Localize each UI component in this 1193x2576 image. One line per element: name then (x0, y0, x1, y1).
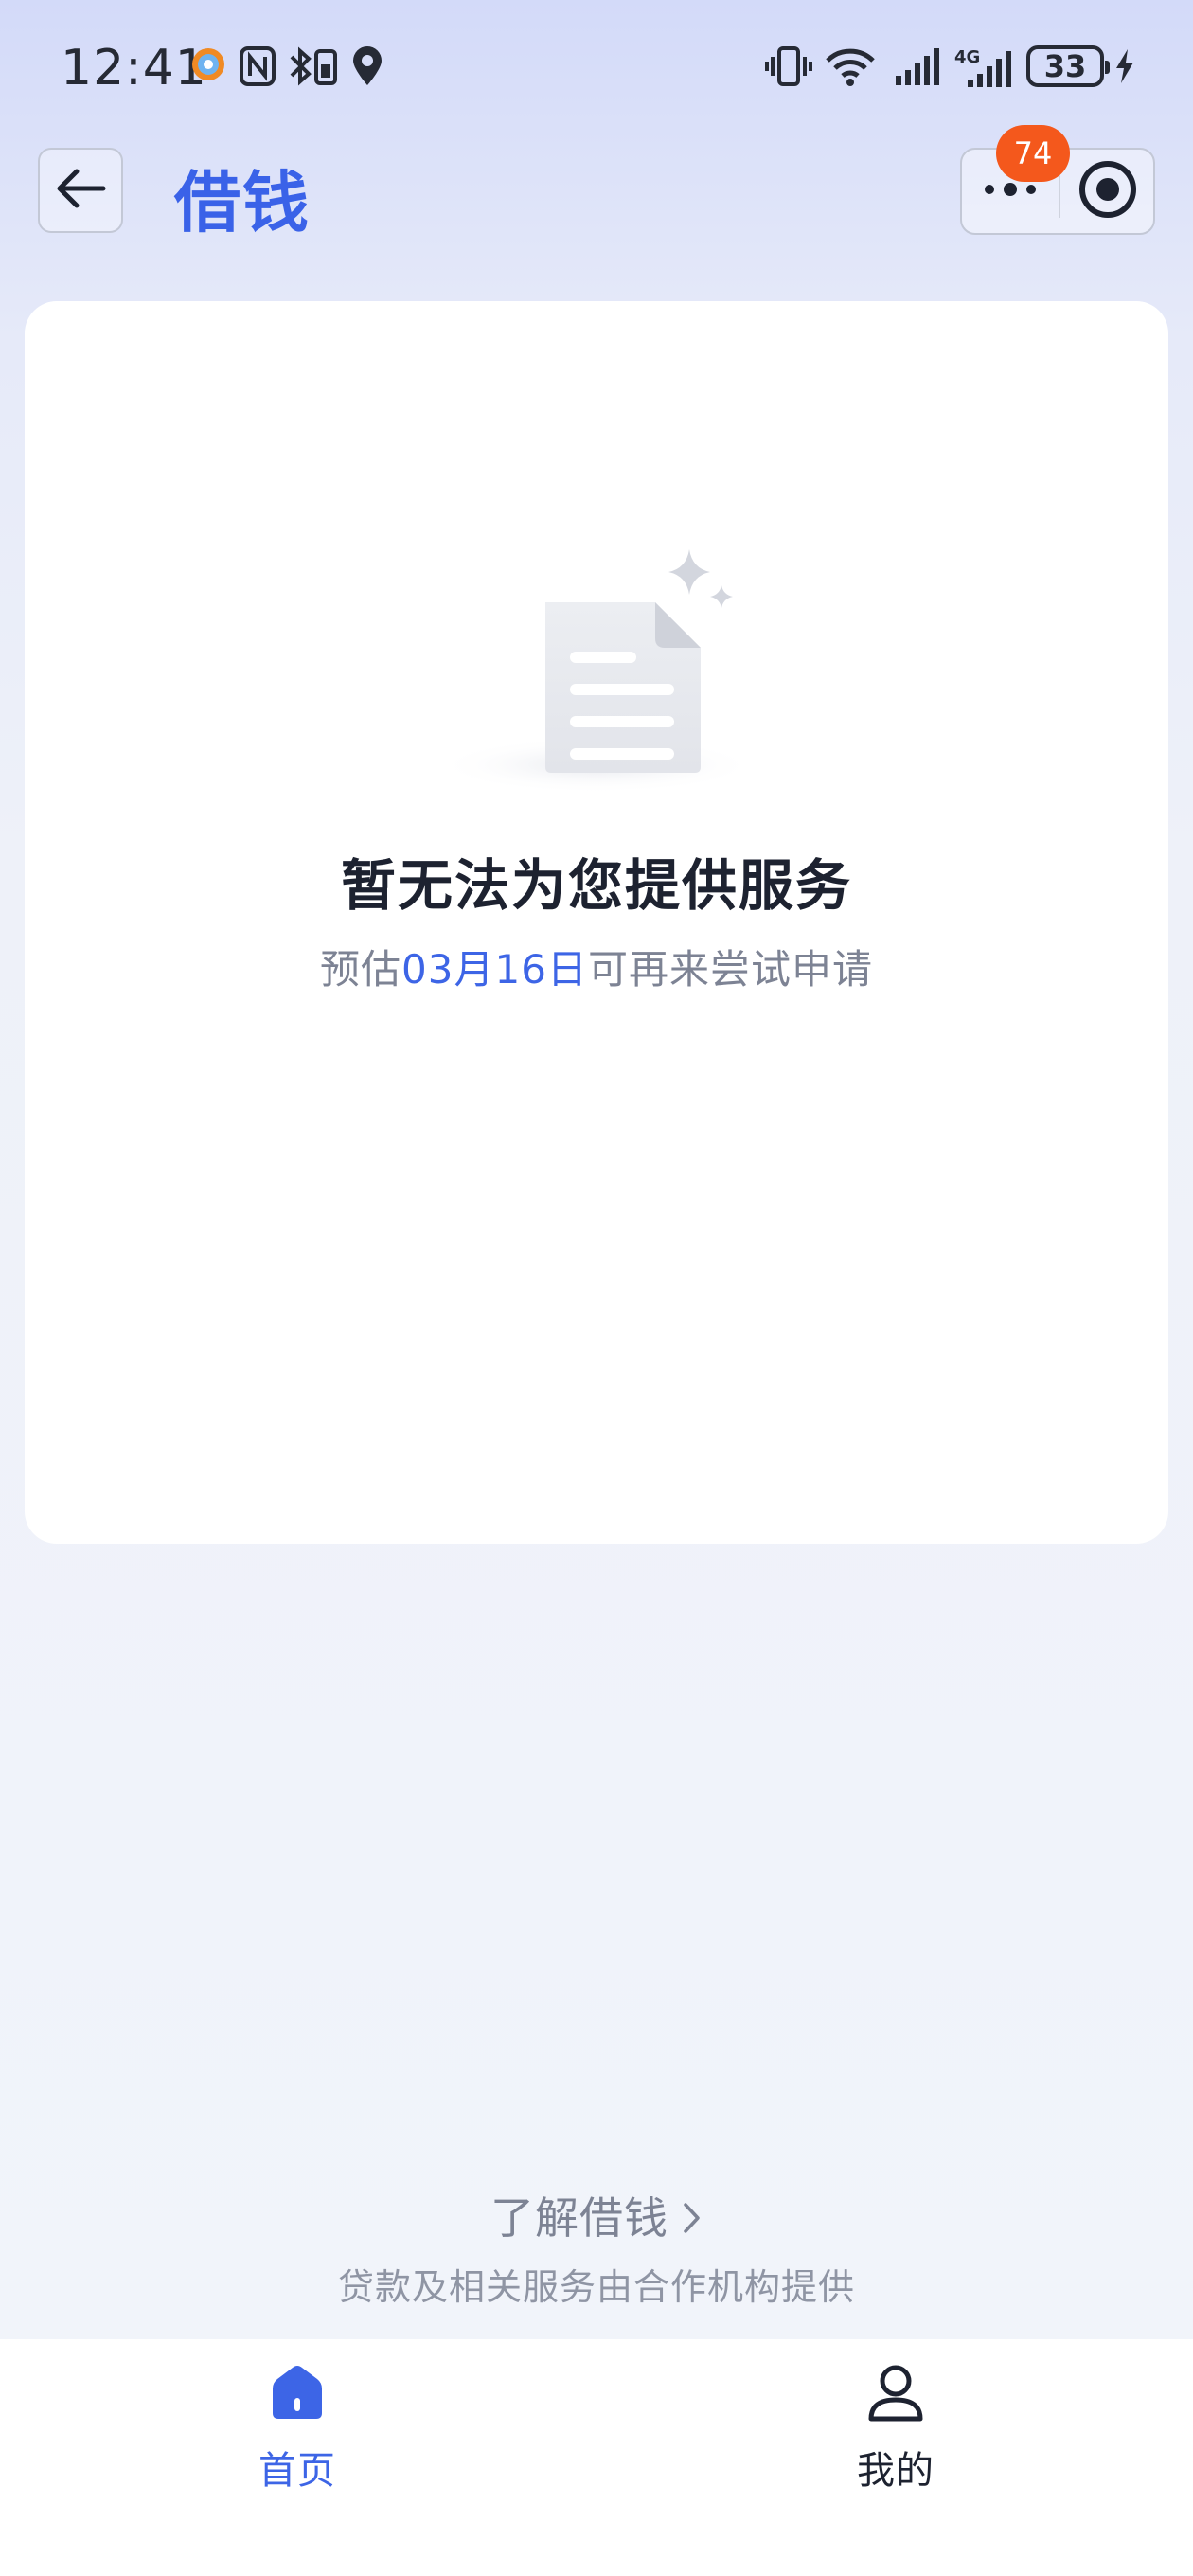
status-subtitle: 预估03月16日可再来尝试申请 (25, 938, 1168, 995)
battery-icon: 33 (1026, 45, 1110, 87)
location-icon (350, 45, 384, 91)
vibrate-icon (765, 45, 812, 91)
learn-more-link[interactable]: 了解借钱 (0, 2184, 1193, 2247)
user-icon (865, 2362, 926, 2426)
nfc-icon (239, 45, 276, 91)
tab-home-label: 首页 (258, 2449, 336, 2493)
notification-badge: 74 (996, 125, 1070, 182)
status-bar: 12:41 4G 33 (0, 0, 1193, 133)
close-mini-program-button[interactable] (1060, 150, 1155, 233)
target-circle-icon (1077, 159, 1138, 224)
bluetooth-icon (288, 45, 341, 91)
page-title: 借钱 (174, 164, 311, 242)
status-title: 暂无法为您提供服务 (340, 853, 852, 918)
retry-date: 03月16日 (401, 946, 588, 993)
tab-home[interactable]: 首页 (174, 2362, 420, 2523)
provider-note: 贷款及相关服务由合作机构提供 (337, 2266, 855, 2308)
tab-mine-label: 我的 (857, 2449, 935, 2493)
svg-text:4G: 4G (954, 47, 980, 67)
more-dots-icon (982, 180, 1039, 203)
chevron-right-icon (682, 2196, 703, 2247)
status-time: 12:41 (61, 40, 207, 97)
signal-icon (894, 45, 943, 91)
app-notification-icon (189, 45, 227, 87)
home-icon (267, 2362, 328, 2426)
signal-4g-icon: 4G (954, 45, 1015, 95)
charging-icon (1113, 47, 1136, 89)
back-button[interactable] (38, 148, 123, 233)
bottom-tab-bar: 首页 我的 (0, 2339, 1193, 2576)
status-card: 暂无法为您提供服务 预估03月16日可再来尝试申请 (25, 301, 1168, 1544)
subtitle-prefix: 预估 (320, 946, 402, 993)
subtitle-suffix: 可再来尝试申请 (587, 946, 873, 993)
wifi-icon (824, 45, 877, 91)
empty-document-icon (426, 528, 767, 794)
tab-mine[interactable]: 我的 (773, 2362, 1019, 2523)
learn-more-label: 了解借钱 (490, 2192, 668, 2244)
arrow-left-icon (54, 168, 107, 213)
